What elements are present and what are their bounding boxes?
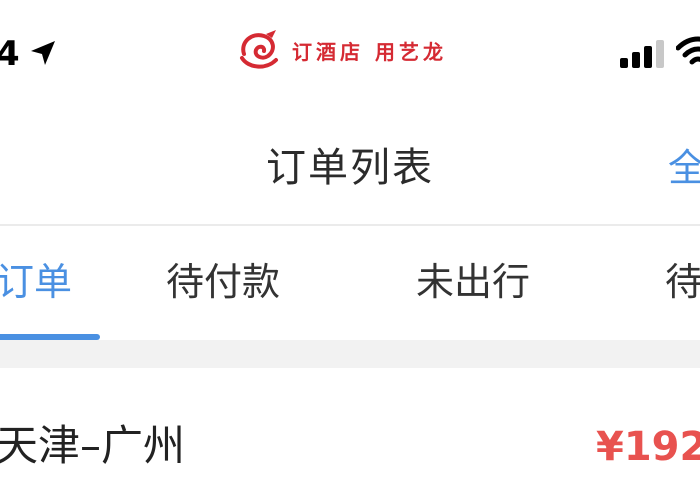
tab-not-traveled[interactable]: 未出行: [416, 256, 530, 308]
order-price: ¥192: [596, 424, 700, 470]
location-arrow-icon: [31, 41, 55, 65]
tab-pending-payment[interactable]: 待付款: [166, 256, 280, 308]
order-route: 天津–广州: [0, 421, 186, 470]
order-card[interactable]: 天津–广州 ¥192: [0, 368, 700, 500]
elong-logo-icon: [240, 30, 278, 69]
brand-slogan: 订酒店 用艺龙: [292, 39, 447, 64]
tab-all-orders[interactable]: 订单: [0, 256, 72, 308]
order-list-screen: 4 订酒店 用艺龙 订单列表 全 订单 待付款 未出行 待 天津–广州 ¥192: [0, 0, 700, 500]
tab-pending-other[interactable]: 待: [665, 256, 700, 308]
page-title: 订单列表: [266, 145, 434, 191]
status-bar: 4 订酒店 用艺龙: [0, 0, 700, 110]
status-time: 4: [0, 34, 20, 74]
nav-right-button[interactable]: 全: [668, 140, 700, 196]
wifi-icon: [676, 36, 700, 65]
order-status-tabs: 订单 待付款 未出行 待: [0, 226, 700, 340]
section-divider: [0, 340, 700, 368]
nav-bar: 订单列表 全: [0, 110, 700, 226]
brand-banner: 订酒店 用艺龙: [236, 28, 447, 72]
cellular-signal-icon: [620, 40, 664, 68]
